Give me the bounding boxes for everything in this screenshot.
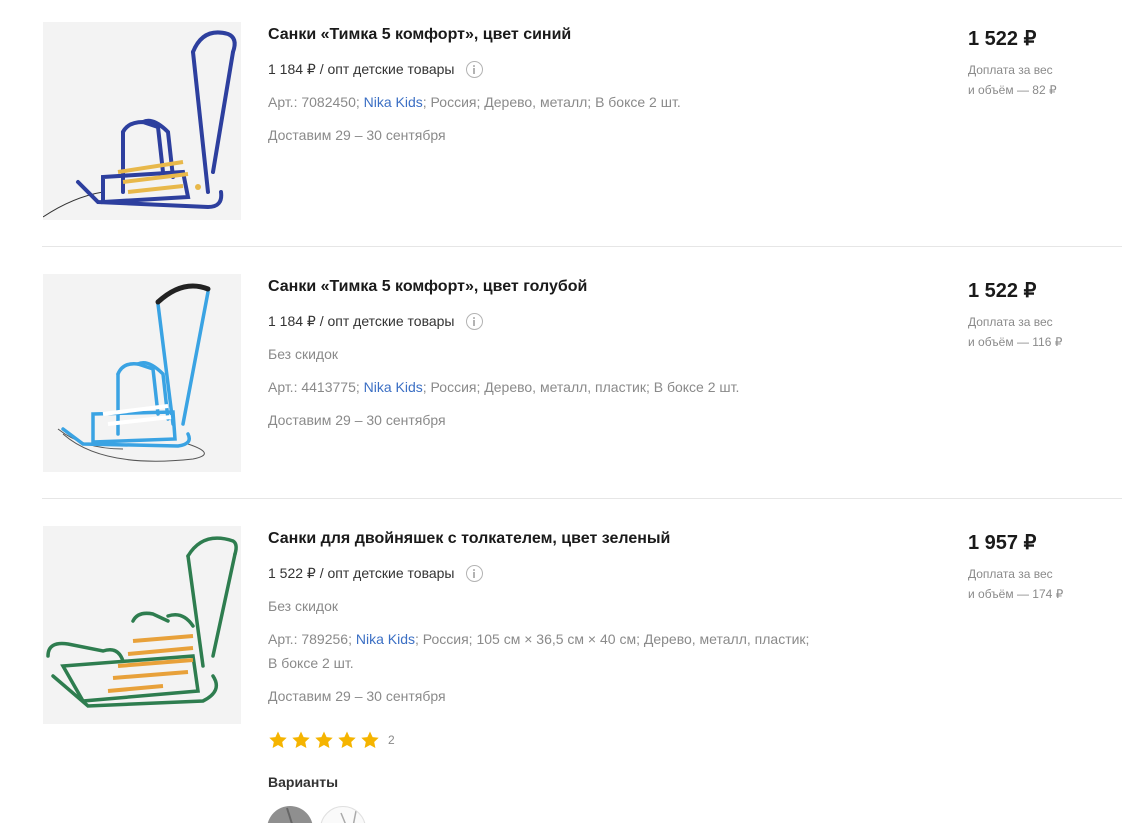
surcharge-line-2: и объём — 82 ₽ <box>968 83 1057 97</box>
divider <box>42 246 1122 247</box>
surcharge-line-1: Доплата за вес <box>968 63 1053 77</box>
attr-material: Дерево, металл; <box>484 94 592 110</box>
variants-label: Варианты <box>268 774 339 790</box>
delivery-date: Доставим 29 – 30 сентября <box>268 127 446 143</box>
price: 1 522 ₽ <box>968 280 1037 302</box>
article-number: Арт.: 7082450; <box>268 94 360 110</box>
wholesale-price-text: 1 522 ₽ / опт детские товары <box>268 565 455 581</box>
discount-status: Без скидок <box>268 346 338 362</box>
info-icon[interactable] <box>465 565 483 582</box>
brand-link[interactable]: Nika Kids <box>364 379 423 395</box>
attr-line-1: ; Россия; 105 см × 36,5 см × 40 см; Дере… <box>414 631 810 647</box>
wholesale-price: 1 522 ₽ / опт детские товары <box>268 565 483 582</box>
wholesale-price-text: 1 184 ₽ / опт детские товары <box>268 313 455 329</box>
wholesale-price: 1 184 ₽ / опт детские товары <box>268 313 483 330</box>
attr-material: Дерево, металл, пластик; <box>484 379 650 395</box>
price: 1 957 ₽ <box>968 532 1037 554</box>
weight-surcharge: Доплата за вес и объём — 174 ₽ <box>968 564 1108 604</box>
info-icon[interactable] <box>465 313 483 330</box>
article-number: Арт.: 4413775; <box>268 379 360 395</box>
review-count[interactable]: 2 <box>388 733 395 747</box>
brand-link[interactable]: Nika Kids <box>364 94 423 110</box>
surcharge-line-1: Доплата за вес <box>968 315 1053 329</box>
rating[interactable]: 2 <box>268 730 395 750</box>
surcharge-line-2: и объём — 116 ₽ <box>968 335 1063 349</box>
product-title[interactable]: Санки «Тимка 5 комфорт», цвет голубой <box>268 278 587 296</box>
product-attributes: Арт.: 789256; Nika Kids; Россия; 105 см … <box>268 627 848 675</box>
surcharge-line-1: Доплата за вес <box>968 567 1053 581</box>
surcharge-line-2: и объём — 174 ₽ <box>968 587 1064 601</box>
star-icon <box>268 730 288 750</box>
attr-pack: В боксе 2 шт. <box>595 94 681 110</box>
divider <box>42 498 1122 499</box>
attr-line-2: В боксе 2 шт. <box>268 655 354 671</box>
discount-status: Без скидок <box>268 598 338 614</box>
attr-country: ; Россия; <box>422 379 481 395</box>
product-title[interactable]: Санки для двойняшек с толкателем, цвет з… <box>268 530 670 548</box>
product-title[interactable]: Санки «Тимка 5 комфорт», цвет синий <box>268 26 571 44</box>
info-icon[interactable] <box>465 61 483 78</box>
weight-surcharge: Доплата за вес и объём — 82 ₽ <box>968 60 1108 100</box>
price: 1 522 ₽ <box>968 28 1037 50</box>
variant-swatch-white[interactable] <box>320 806 366 823</box>
star-icon <box>291 730 311 750</box>
brand-link[interactable]: Nika Kids <box>356 631 415 647</box>
product-image-blue-sled[interactable] <box>43 22 241 220</box>
attr-country: ; Россия; <box>422 94 481 110</box>
product-image-lightblue-sled[interactable] <box>43 274 241 472</box>
attr-pack: В боксе 2 шт. <box>653 379 740 395</box>
star-icon <box>360 730 380 750</box>
star-icon <box>314 730 334 750</box>
weight-surcharge: Доплата за вес и объём — 116 ₽ <box>968 312 1108 352</box>
wholesale-price-text: 1 184 ₽ / опт детские товары <box>268 61 455 77</box>
product-image-green-twin-sled[interactable] <box>43 526 241 724</box>
variant-swatch-gray[interactable] <box>267 806 313 823</box>
product-attributes: Арт.: 4413775; Nika Kids; Россия; Дерево… <box>268 375 848 399</box>
star-icon <box>337 730 357 750</box>
delivery-date: Доставим 29 – 30 сентября <box>268 412 446 428</box>
delivery-date: Доставим 29 – 30 сентября <box>268 688 446 704</box>
article-number: Арт.: 789256; <box>268 631 352 647</box>
product-attributes: Арт.: 7082450; Nika Kids; Россия; Дерево… <box>268 90 848 114</box>
wholesale-price: 1 184 ₽ / опт детские товары <box>268 61 483 78</box>
